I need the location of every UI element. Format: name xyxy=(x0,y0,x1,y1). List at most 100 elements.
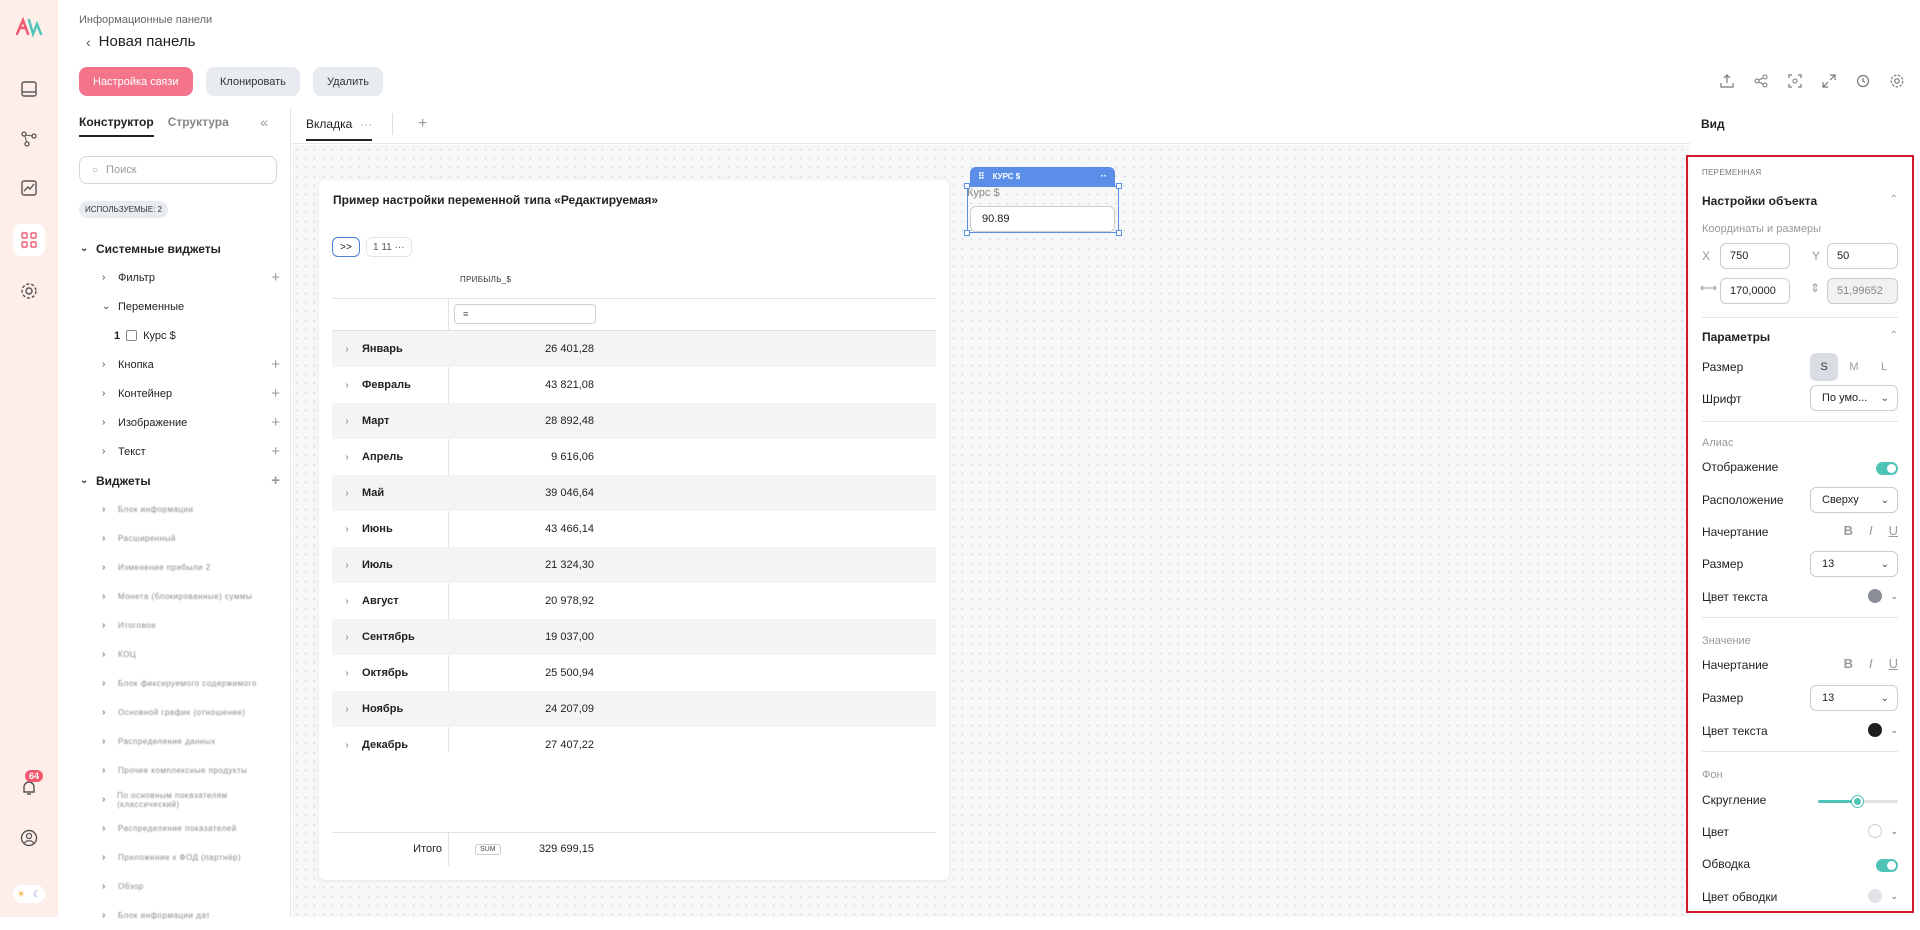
tree-item-button[interactable]: › Кнопка + xyxy=(80,350,280,379)
size-l-option[interactable]: L xyxy=(1870,353,1898,381)
italic-button[interactable]: I xyxy=(1869,523,1873,538)
resize-handle[interactable] xyxy=(964,183,970,189)
profile-icon[interactable] xyxy=(13,822,45,854)
rounding-slider[interactable] xyxy=(1818,796,1898,807)
table-options-button[interactable]: 1 11 ··· xyxy=(366,237,412,257)
table-widget[interactable]: Пример настройки переменной типа «Редакт… xyxy=(319,180,949,880)
position-select[interactable]: Сверху ⌄ xyxy=(1810,487,1898,513)
size-m-option[interactable]: M xyxy=(1840,353,1868,381)
expand-button[interactable]: >> xyxy=(332,237,360,257)
chevron-up-icon[interactable]: ⌃ xyxy=(1890,330,1898,341)
font-select[interactable]: По умо... ⌄ xyxy=(1810,385,1898,411)
chart-icon[interactable] xyxy=(13,172,45,204)
tree-item-widget[interactable]: › Обзор xyxy=(80,872,280,901)
column-filter-input[interactable]: ≡ xyxy=(454,304,596,324)
add-text-icon[interactable]: + xyxy=(271,443,280,460)
chevron-up-icon[interactable]: ⌃ xyxy=(1890,194,1898,205)
slider-thumb[interactable] xyxy=(1852,796,1863,807)
table-row[interactable]: › Март 28 892,48 xyxy=(332,403,936,439)
variable-widget-header[interactable]: ⠿ КУРС $ ·· xyxy=(970,167,1115,186)
constructor-icon[interactable] xyxy=(13,224,45,256)
drag-handle-icon[interactable]: ⠿ xyxy=(978,171,985,182)
underline-button[interactable]: U xyxy=(1889,523,1898,538)
share-icon[interactable] xyxy=(1752,72,1770,90)
tree-item-widget[interactable]: › Блок информации дат xyxy=(80,901,280,930)
app-logo[interactable] xyxy=(15,16,43,38)
tree-item-variable-kurs[interactable]: 1 Курс $ xyxy=(80,321,280,350)
italic-button[interactable]: I xyxy=(1869,656,1873,671)
column-header-profit[interactable]: ПРИБЫЛЬ_$ xyxy=(460,275,511,284)
tree-item-widget[interactable]: › Прочие комплексные продукты xyxy=(80,756,280,785)
resize-handle[interactable] xyxy=(1116,183,1122,189)
tree-group-widgets[interactable]: ⌄ Виджеты + xyxy=(80,466,280,495)
border-color-picker[interactable]: ⌄ xyxy=(1868,889,1898,903)
table-row[interactable]: › Июнь 43 466,14 xyxy=(332,511,936,547)
tree-item-variables[interactable]: ⌄ Переменные xyxy=(80,292,280,321)
tree-item-container[interactable]: › Контейнер + xyxy=(80,379,280,408)
used-count-badge[interactable]: ИСПОЛЬЗУЕМЫЕ: 2 xyxy=(79,201,168,218)
chevron-right-icon[interactable]: › xyxy=(332,452,362,463)
theme-toggle[interactable]: ☀ ☾ xyxy=(13,885,45,903)
tab-vkladka[interactable]: Вкладка ··· xyxy=(306,117,373,141)
search-input[interactable]: ○ Поиск xyxy=(79,156,277,184)
chevron-right-icon[interactable]: › xyxy=(332,668,362,679)
table-row[interactable]: › Июль 21 324,30 xyxy=(332,547,936,583)
tree-item-widget[interactable]: › Основной график (отношение) xyxy=(80,698,280,727)
chevron-right-icon[interactable]: › xyxy=(332,488,362,499)
chevron-right-icon[interactable]: › xyxy=(332,524,362,535)
add-filter-icon[interactable]: + xyxy=(271,269,280,286)
tree-item-text[interactable]: › Текст + xyxy=(80,437,280,466)
panel-settings-icon[interactable] xyxy=(1888,72,1906,90)
link-settings-button[interactable]: Настройка связи xyxy=(79,67,193,96)
table-row[interactable]: › Апрель 9 616,06 xyxy=(332,439,936,475)
tree-item-widget[interactable]: › Приложение к ФОД (партнёр) xyxy=(80,843,280,872)
tree-item-widget[interactable]: › Изменение прибыли 2 xyxy=(80,553,280,582)
chevron-right-icon[interactable]: › xyxy=(332,740,362,751)
add-widget-icon[interactable]: + xyxy=(271,472,280,489)
add-container-icon[interactable]: + xyxy=(271,385,280,402)
underline-button[interactable]: U xyxy=(1889,656,1898,671)
back-arrow-icon[interactable]: ‹ xyxy=(86,34,91,50)
tree-item-widget[interactable]: › Распределение данных xyxy=(80,727,280,756)
tree-item-widget[interactable]: › Итоговое xyxy=(80,611,280,640)
widget-menu-icon[interactable]: ·· xyxy=(1100,171,1107,182)
y-input[interactable]: 50 xyxy=(1827,243,1898,269)
notifications-bell-icon[interactable]: 64 xyxy=(13,770,45,804)
table-row[interactable]: › Январь 26 401,28 xyxy=(332,331,936,367)
tree-item-widget[interactable]: › Блок информации xyxy=(80,495,280,524)
table-row[interactable]: › Октябрь 25 500,94 xyxy=(332,655,936,691)
delete-button[interactable]: Удалить xyxy=(313,67,383,96)
alias-display-toggle[interactable] xyxy=(1876,462,1898,475)
variable-value-input[interactable]: 90.89 xyxy=(970,206,1115,232)
tab-constructor[interactable]: Конструктор xyxy=(79,115,154,137)
alias-color-picker[interactable]: ⌄ xyxy=(1868,589,1898,603)
chevron-right-icon[interactable]: › xyxy=(332,380,362,391)
tree-group-system-widgets[interactable]: ⌄ Системные виджеты xyxy=(80,234,280,263)
chevron-right-icon[interactable]: › xyxy=(332,632,362,643)
resize-handle[interactable] xyxy=(964,230,970,236)
dashboards-icon[interactable] xyxy=(13,73,45,105)
bold-button[interactable]: B xyxy=(1844,656,1853,671)
table-row[interactable]: › Август 20 978,92 xyxy=(332,583,936,619)
height-input[interactable]: 51,99652 xyxy=(1827,278,1898,304)
tree-item-widget[interactable]: › По основным показателям (классический) xyxy=(80,785,280,814)
tree-item-widget[interactable]: › Блок фиксируемого содержимого xyxy=(80,669,280,698)
tab-menu-icon[interactable]: ··· xyxy=(360,117,372,131)
chevron-right-icon[interactable]: › xyxy=(332,560,362,571)
tree-item-widget[interactable]: › Распределение показателей xyxy=(80,814,280,843)
table-row[interactable]: › Сентябрь 19 037,00 xyxy=(332,619,936,655)
settings-gear-icon[interactable] xyxy=(13,275,45,307)
tree-item-widget[interactable]: › Монета (блокированные) суммы xyxy=(80,582,280,611)
parameters-heading[interactable]: Параметры xyxy=(1702,330,1770,344)
chevron-right-icon[interactable]: › xyxy=(332,416,362,427)
bg-color-picker[interactable]: ⌄ xyxy=(1868,824,1898,838)
tab-structure[interactable]: Структура xyxy=(168,115,229,137)
tree-item-widget[interactable]: › КОЦ xyxy=(80,640,280,669)
table-row[interactable]: › Май 39 046,64 xyxy=(332,475,936,511)
tree-item-widget[interactable]: › Расширенный xyxy=(80,524,280,553)
value-color-picker[interactable]: ⌄ xyxy=(1868,723,1898,737)
export-icon[interactable] xyxy=(1718,72,1736,90)
add-tab-button[interactable]: + xyxy=(418,115,427,133)
chevron-right-icon[interactable]: › xyxy=(332,596,362,607)
alias-size-select[interactable]: 13 ⌄ xyxy=(1810,551,1898,577)
